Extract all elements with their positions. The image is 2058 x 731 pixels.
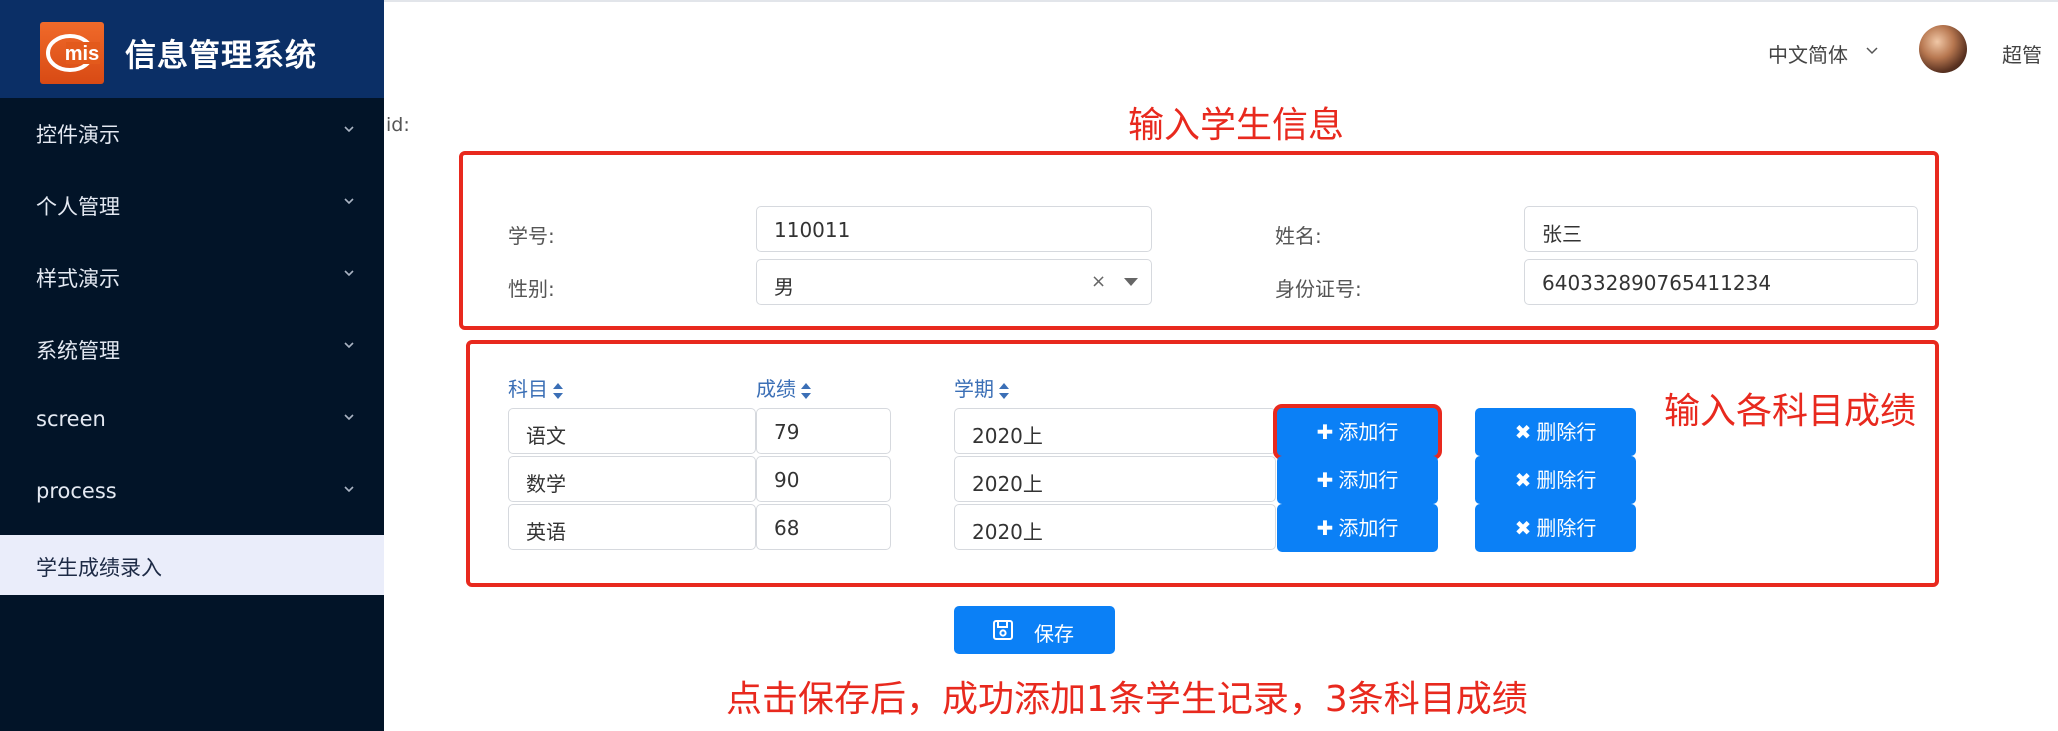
chevron-down-icon: [344, 270, 354, 277]
sort-icon[interactable]: [800, 382, 812, 400]
sidebar-item-label: process: [36, 479, 117, 503]
sort-icon[interactable]: [552, 382, 564, 400]
close-icon: ✖: [1514, 468, 1532, 492]
subject-input[interactable]: 数学: [508, 456, 756, 502]
plus-icon: ✚: [1316, 468, 1334, 492]
delete-row-label: 删除行: [1536, 468, 1597, 492]
chevron-down-icon: [344, 198, 354, 205]
column-header-label: 学期: [954, 377, 994, 401]
sidebar-item-label: 系统管理: [36, 339, 120, 363]
term-input[interactable]: 2020上: [954, 408, 1276, 454]
column-header-score[interactable]: 成绩: [756, 373, 812, 402]
sidebar-item-label: screen: [36, 407, 106, 431]
name-input[interactable]: 张三: [1524, 206, 1918, 252]
annotation-bottom: 点击保存后，成功添加1条学生记录，3条科目成绩: [726, 679, 1528, 720]
name-label: 姓名:: [1275, 224, 1322, 248]
delete-row-label: 删除行: [1536, 420, 1597, 444]
sidebar: mis 信息管理系统 控件演示 个人管理 样式演示 系统管理 screen pr…: [0, 0, 384, 731]
id-card-input[interactable]: 640332890765411234: [1524, 259, 1918, 305]
chevron-down-icon[interactable]: [1866, 44, 1878, 56]
avatar[interactable]: [1919, 25, 1967, 73]
user-name[interactable]: 超管: [2002, 39, 2042, 68]
brand-header: mis 信息管理系统: [0, 0, 384, 98]
column-header-subject[interactable]: 科目: [508, 373, 564, 402]
score-input[interactable]: 90: [756, 456, 891, 502]
chevron-down-icon: [344, 342, 354, 349]
save-label: 保存: [1034, 622, 1074, 646]
term-input[interactable]: 2020上: [954, 456, 1276, 502]
logo: mis: [40, 22, 104, 84]
save-icon: [993, 620, 1013, 640]
sidebar-item-system[interactable]: 系统管理: [0, 314, 384, 386]
clear-icon[interactable]: ×: [1091, 271, 1106, 292]
sidebar-item-personal[interactable]: 个人管理: [0, 170, 384, 242]
gender-label: 性别:: [508, 277, 555, 301]
save-button[interactable]: 保存: [954, 606, 1115, 654]
language-select[interactable]: 中文简体: [1768, 39, 1848, 68]
id-label: id:: [386, 114, 410, 136]
sidebar-item-label: 学生成绩录入: [36, 556, 162, 580]
plus-icon: ✚: [1316, 516, 1334, 540]
sort-icon[interactable]: [998, 382, 1010, 400]
score-input[interactable]: 68: [756, 504, 891, 550]
sidebar-item-controls[interactable]: 控件演示: [0, 98, 384, 170]
add-row-label: 添加行: [1338, 420, 1399, 444]
id-card-label: 身份证号:: [1275, 277, 1362, 301]
delete-row-button[interactable]: ✖ 删除行: [1475, 408, 1636, 456]
column-header-label: 成绩: [756, 377, 796, 401]
sidebar-item-styles[interactable]: 样式演示: [0, 242, 384, 314]
chevron-down-icon: [344, 414, 354, 421]
plus-icon: ✚: [1316, 420, 1334, 444]
sidebar-item-label: 个人管理: [36, 195, 120, 219]
add-row-label: 添加行: [1338, 468, 1399, 492]
score-input[interactable]: 79: [756, 408, 891, 454]
brand-title: 信息管理系统: [125, 38, 317, 74]
student-no-input[interactable]: 110011: [756, 206, 1152, 252]
annotation-title: 输入学生信息: [1128, 105, 1345, 146]
add-row-label: 添加行: [1338, 516, 1399, 540]
sidebar-item-screen[interactable]: screen: [0, 386, 384, 458]
close-icon: ✖: [1514, 516, 1532, 540]
chevron-down-icon: [344, 126, 354, 133]
column-header-label: 科目: [508, 377, 548, 401]
annotation-scores: 输入各科目成绩: [1664, 391, 1917, 432]
delete-row-label: 删除行: [1536, 516, 1597, 540]
add-row-button[interactable]: ✚ 添加行: [1277, 456, 1438, 504]
sidebar-item-label: 控件演示: [36, 123, 120, 147]
subject-input[interactable]: 语文: [508, 408, 756, 454]
term-input[interactable]: 2020上: [954, 504, 1276, 550]
add-row-button[interactable]: ✚ 添加行: [1277, 504, 1438, 552]
column-header-term[interactable]: 学期: [954, 373, 1010, 402]
close-icon: ✖: [1514, 420, 1532, 444]
add-row-button[interactable]: ✚ 添加行: [1277, 408, 1438, 456]
subject-input[interactable]: 英语: [508, 504, 756, 550]
delete-row-button[interactable]: ✖ 删除行: [1475, 456, 1636, 504]
caret-down-icon[interactable]: [1124, 278, 1138, 286]
top-divider: [384, 0, 2058, 2]
logo-text: mis: [65, 43, 99, 65]
sidebar-item-process[interactable]: process: [0, 458, 384, 530]
chevron-down-icon: [344, 486, 354, 493]
delete-row-button[interactable]: ✖ 删除行: [1475, 504, 1636, 552]
student-no-label: 学号:: [508, 224, 555, 248]
sidebar-item-label: 样式演示: [36, 267, 120, 291]
sidebar-item-student-scores[interactable]: 学生成绩录入: [0, 535, 384, 595]
